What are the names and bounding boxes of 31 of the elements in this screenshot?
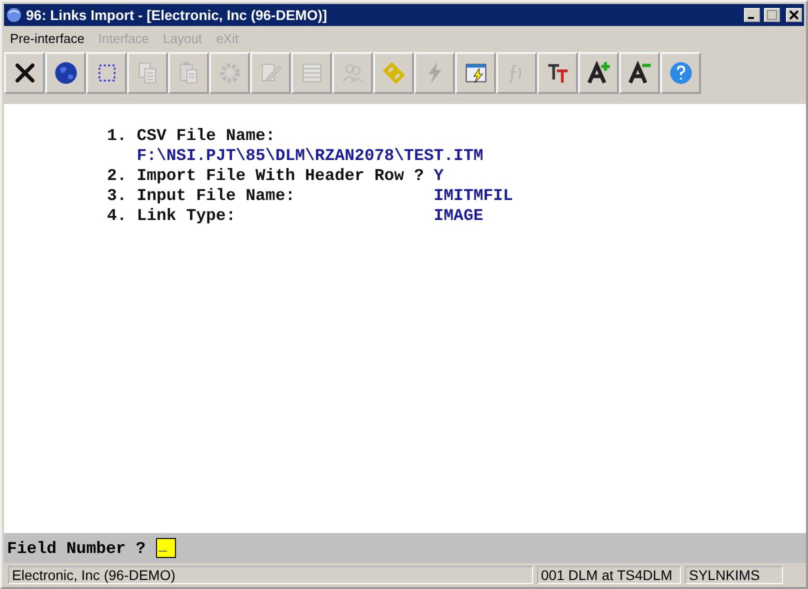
font-smaller-button[interactable] xyxy=(619,52,660,94)
font-larger-button[interactable] xyxy=(578,52,619,94)
field-label: 2. Import File With Header Row ? xyxy=(107,166,424,186)
field-value: Y xyxy=(434,166,444,186)
globe-icon xyxy=(52,60,78,86)
window-bolt-button[interactable] xyxy=(455,52,496,94)
close-button[interactable] xyxy=(4,52,45,94)
status-panel: 001 DLM at TS4DLM xyxy=(537,566,681,584)
font-button[interactable] xyxy=(537,52,578,94)
field-label: 3. Input File Name: xyxy=(107,186,296,205)
globe-button[interactable] xyxy=(45,52,86,94)
prompt-label: Field Number ? xyxy=(7,538,146,558)
menu-item[interactable]: Pre-interface xyxy=(10,31,84,47)
help-icon xyxy=(668,60,694,86)
field-label: 4. Link Type: xyxy=(107,206,236,225)
close-icon xyxy=(789,10,799,20)
field-value: F:\NSI.PJT\85\DLM\RZAN2078\TEST.ITM xyxy=(136,146,484,166)
status-panel: SYLNKIMS xyxy=(685,566,783,584)
select-button[interactable] xyxy=(86,52,127,94)
maximize-icon xyxy=(767,10,777,20)
field-value: IMITMFIL xyxy=(434,186,513,206)
font-decrease-icon xyxy=(626,60,652,86)
field-label: 1. CSV File Name: xyxy=(107,126,276,146)
font-increase-icon xyxy=(586,60,612,86)
field-value: IMAGE xyxy=(434,206,484,226)
status-panel: Electronic, Inc (96-DEMO) xyxy=(8,566,533,584)
globe-icon xyxy=(6,7,22,23)
minimize-icon xyxy=(748,17,754,19)
input-field[interactable]: _ xyxy=(156,538,176,558)
window-title: 96: Links Import - [Electronic, Inc (96-DEMO)] xyxy=(26,7,328,23)
minimize-button[interactable] xyxy=(744,8,760,22)
